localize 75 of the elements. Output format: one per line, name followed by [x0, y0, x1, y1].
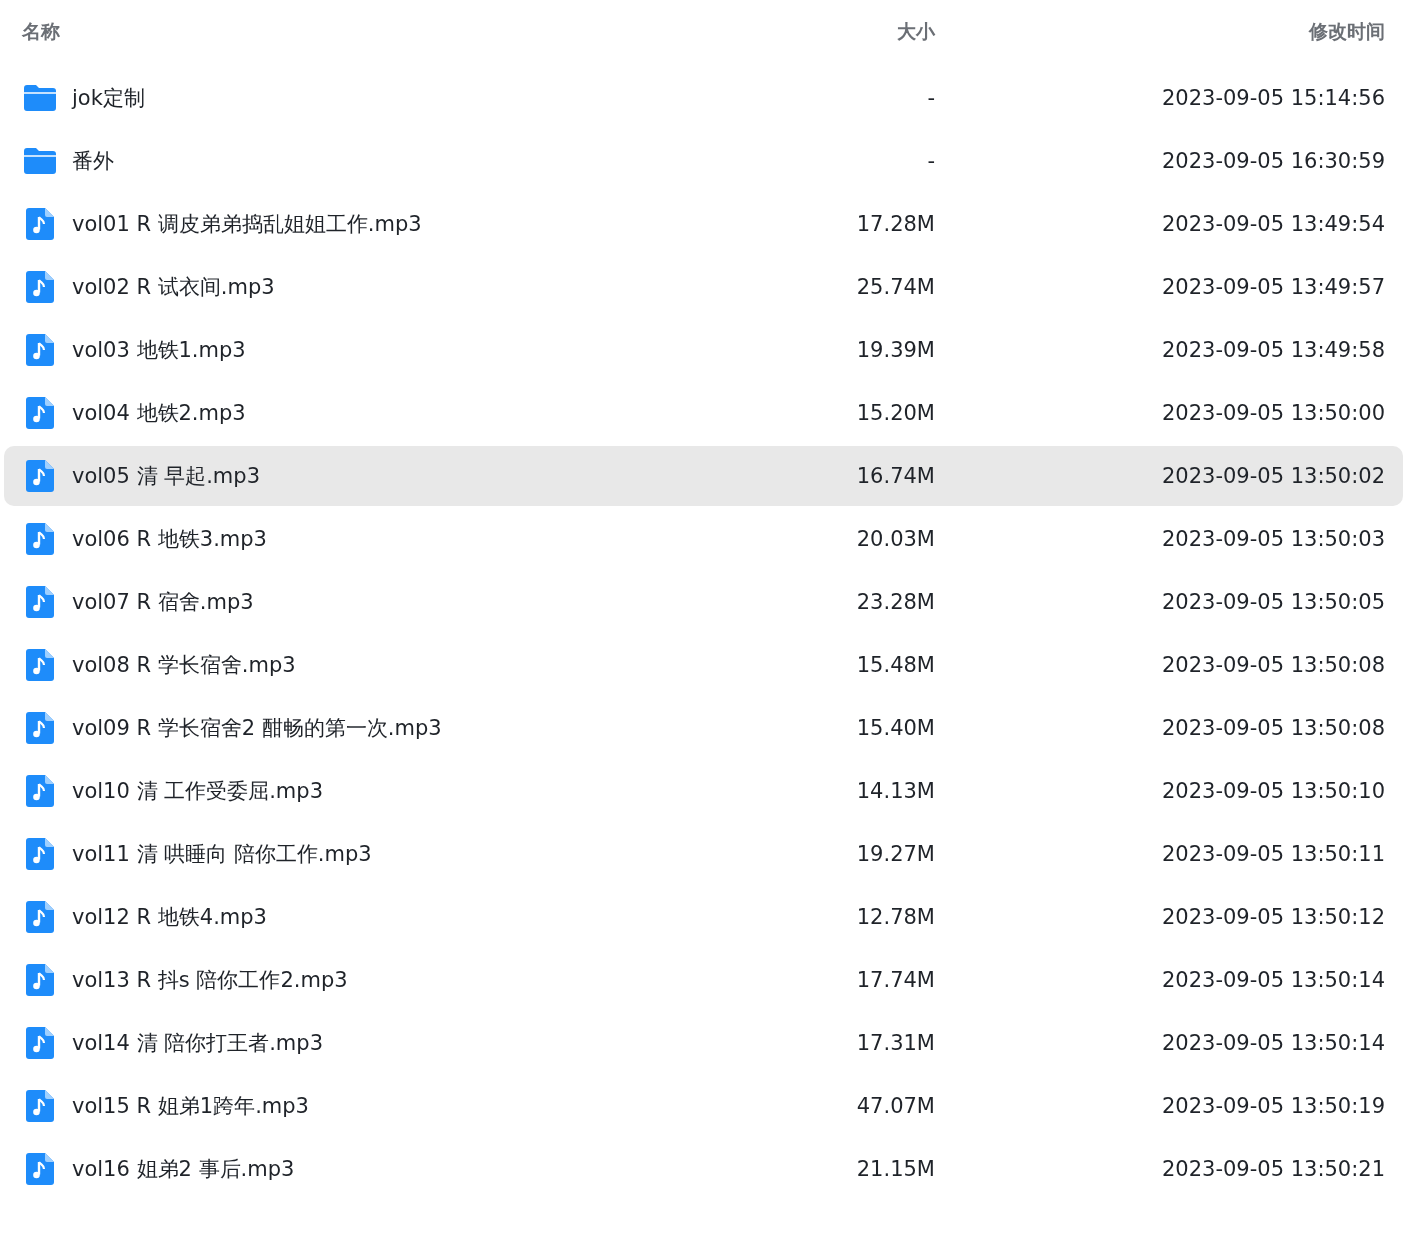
file-size: 20.03M: [855, 527, 935, 551]
file-name: vol02 R 试衣间.mp3: [72, 274, 275, 301]
file-size: 25.74M: [855, 275, 935, 299]
file-name: vol01 R 调皮弟弟捣乱姐姐工作.mp3: [72, 211, 422, 238]
modified-time: 2023-09-05 13:50:03: [1160, 527, 1385, 551]
file-row[interactable]: vol08 R 学长宿舍.mp3 15.48M 2023-09-05 13:50:08: [4, 635, 1403, 695]
modified-time: 2023-09-05 13:50:14: [1160, 968, 1385, 992]
file-row[interactable]: vol06 R 地铁3.mp3 20.03M 2023-09-05 13:50:03: [4, 509, 1403, 569]
file-name: vol16 姐弟2 事后.mp3: [72, 1156, 295, 1183]
file-name: 番外: [72, 148, 114, 175]
file-size: -: [926, 86, 935, 110]
modified-time: 2023-09-05 15:14:56: [1160, 86, 1385, 110]
file-row[interactable]: vol16 姐弟2 事后.mp3 21.15M 2023-09-05 13:50:21: [4, 1139, 1403, 1199]
file-row[interactable]: vol04 地铁2.mp3 15.20M 2023-09-05 13:50:00: [4, 383, 1403, 443]
file-size: 17.31M: [855, 1031, 935, 1055]
file-name: vol12 R 地铁4.mp3: [72, 904, 267, 931]
file-row[interactable]: vol11 清 哄睡向 陪你工作.mp3 19.27M 2023-09-05 13:50:11: [4, 824, 1403, 884]
file-row[interactable]: vol03 地铁1.mp3 19.39M 2023-09-05 13:49:58: [4, 320, 1403, 380]
file-name: vol11 清 哄睡向 陪你工作.mp3: [72, 841, 372, 868]
file-size: 23.28M: [855, 590, 935, 614]
modified-time: 2023-09-05 13:49:54: [1160, 212, 1385, 236]
modified-time: 2023-09-05 16:30:59: [1160, 149, 1385, 173]
file-name: vol15 R 姐弟1跨年.mp3: [72, 1093, 309, 1120]
file-size: 16.74M: [855, 464, 935, 488]
file-row[interactable]: vol05 清 早起.mp3 16.74M 2023-09-05 13:50:02: [4, 446, 1403, 506]
file-name: vol08 R 学长宿舍.mp3: [72, 652, 296, 679]
modified-time: 2023-09-05 13:50:21: [1160, 1157, 1385, 1181]
file-name: vol07 R 宿舍.mp3: [72, 589, 254, 616]
file-row[interactable]: 番外 - 2023-09-05 16:30:59: [4, 131, 1403, 191]
column-header[interactable]: 大小: [695, 18, 935, 45]
file-size: 15.40M: [855, 716, 935, 740]
file-size: 14.13M: [855, 779, 935, 803]
file-size: 21.15M: [855, 1157, 935, 1181]
file-name: vol13 R 抖s 陪你工作2.mp3: [72, 967, 348, 994]
file-size: 19.39M: [855, 338, 935, 362]
file-row[interactable]: vol02 R 试衣间.mp3 25.74M 2023-09-05 13:49:57: [4, 257, 1403, 317]
file-name: vol06 R 地铁3.mp3: [72, 526, 267, 553]
modified-time: 2023-09-05 13:50:11: [1160, 842, 1385, 866]
file-row[interactable]: vol12 R 地铁4.mp3 12.78M 2023-09-05 13:50:12: [4, 887, 1403, 947]
file-name: vol10 清 工作受委屈.mp3: [72, 778, 323, 805]
column-header[interactable]: 名称: [22, 18, 695, 45]
file-name: vol14 清 陪你打王者.mp3: [72, 1030, 323, 1057]
file-row[interactable]: vol14 清 陪你打王者.mp3 17.31M 2023-09-05 13:50:14: [4, 1013, 1403, 1073]
column-header[interactable]: 修改时间: [935, 18, 1385, 45]
file-size: 17.28M: [855, 212, 935, 236]
modified-time: 2023-09-05 13:50:08: [1160, 653, 1385, 677]
modified-time: 2023-09-05 13:49:58: [1160, 338, 1385, 362]
file-size: 47.07M: [855, 1094, 935, 1118]
file-row[interactable]: vol09 R 学长宿舍2 酣畅的第一次.mp3 15.40M 2023-09-05 13:50:08: [4, 698, 1403, 758]
file-size: -: [926, 149, 935, 173]
modified-time: 2023-09-05 13:50:19: [1160, 1094, 1385, 1118]
file-size: 12.78M: [855, 905, 935, 929]
modified-time: 2023-09-05 13:49:57: [1160, 275, 1385, 299]
file-size: 15.20M: [855, 401, 935, 425]
modified-time: 2023-09-05 13:50:12: [1160, 905, 1385, 929]
modified-time: 2023-09-05 13:50:08: [1160, 716, 1385, 740]
file-name: jok定制: [72, 85, 145, 112]
file-size: 17.74M: [855, 968, 935, 992]
file-size: 19.27M: [855, 842, 935, 866]
file-row[interactable]: vol13 R 抖s 陪你工作2.mp3 17.74M 2023-09-05 13:50:14: [4, 950, 1403, 1010]
modified-time: 2023-09-05 13:50:14: [1160, 1031, 1385, 1055]
file-row[interactable]: vol07 R 宿舍.mp3 23.28M 2023-09-05 13:50:05: [4, 572, 1403, 632]
modified-time: 2023-09-05 13:50:02: [1160, 464, 1385, 488]
modified-time: 2023-09-05 13:50:10: [1160, 779, 1385, 803]
file-row[interactable]: jok定制 - 2023-09-05 15:14:56: [4, 68, 1403, 128]
file-row[interactable]: vol10 清 工作受委屈.mp3 14.13M 2023-09-05 13:50:10: [4, 761, 1403, 821]
file-row[interactable]: vol01 R 调皮弟弟捣乱姐姐工作.mp3 17.28M 2023-09-05 13:49:54: [4, 194, 1403, 254]
file-size: 15.48M: [855, 653, 935, 677]
file-row[interactable]: vol15 R 姐弟1跨年.mp3 47.07M 2023-09-05 13:50:19: [4, 1076, 1403, 1136]
file-name: vol03 地铁1.mp3: [72, 337, 246, 364]
modified-time: 2023-09-05 13:50:00: [1160, 401, 1385, 425]
file-name: vol05 清 早起.mp3: [72, 463, 260, 490]
modified-time: 2023-09-05 13:50:05: [1160, 590, 1385, 614]
file-name: vol09 R 学长宿舍2 酣畅的第一次.mp3: [72, 715, 442, 742]
file-name: vol04 地铁2.mp3: [72, 400, 246, 427]
